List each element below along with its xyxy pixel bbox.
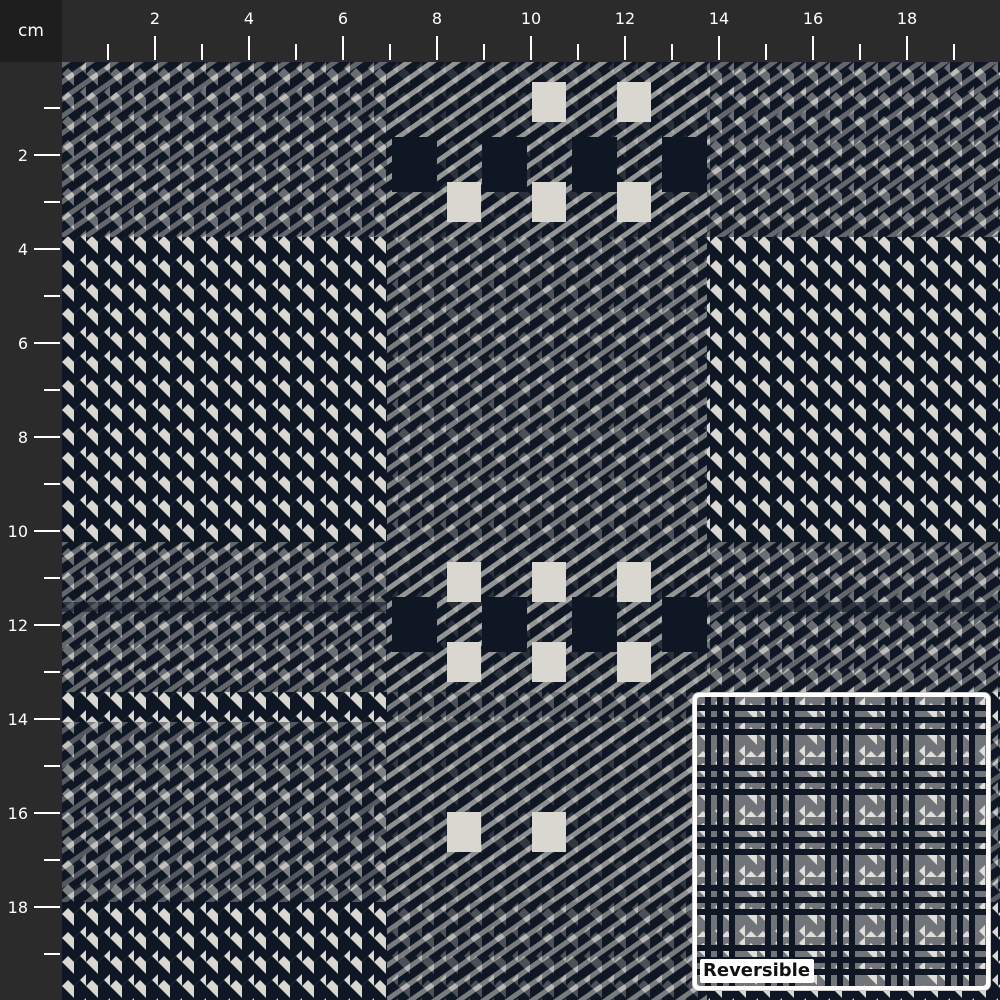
left-ruler-label: 16 (8, 804, 28, 823)
top-ruler-label: 6 (338, 9, 348, 28)
left-ruler-label: 8 (18, 428, 28, 447)
top-ruler-label: 4 (244, 9, 254, 28)
top-ruler-label: 8 (432, 9, 442, 28)
reverse-side-pattern (697, 697, 986, 986)
top-ruler-label: 10 (521, 9, 541, 28)
top-ruler-ticks: 2 4 6 8 10 12 14 16 18 (107, 9, 955, 60)
left-ruler-label: 12 (8, 616, 28, 635)
left-ruler-label: 2 (18, 146, 28, 165)
reversible-label: Reversible (700, 959, 815, 983)
left-ruler: 2 4 6 8 10 12 14 16 18 (0, 62, 62, 1000)
top-ruler: 2 4 6 8 10 12 14 16 18 (0, 0, 1000, 62)
left-ruler-label: 14 (8, 710, 28, 729)
left-ruler-ticks: 2 4 6 8 10 12 14 16 18 (8, 107, 60, 955)
top-ruler-label: 16 (803, 9, 823, 28)
left-ruler-label: 10 (8, 522, 28, 541)
fabric-swatch-image: Reversible (62, 62, 1000, 1000)
top-ruler-label: 12 (615, 9, 635, 28)
top-ruler-label: 18 (897, 9, 917, 28)
left-ruler-label: 18 (8, 898, 28, 917)
reversible-side-inset: Reversible (693, 693, 990, 990)
left-ruler-label: 4 (18, 240, 28, 259)
top-ruler-label: 2 (150, 9, 160, 28)
ruler-unit-corner: cm (0, 0, 62, 62)
top-ruler-label: 14 (709, 9, 729, 28)
reverse-side-swatch: Reversible (697, 697, 986, 986)
left-ruler-label: 6 (18, 334, 28, 353)
ruler-unit-label: cm (18, 21, 44, 41)
